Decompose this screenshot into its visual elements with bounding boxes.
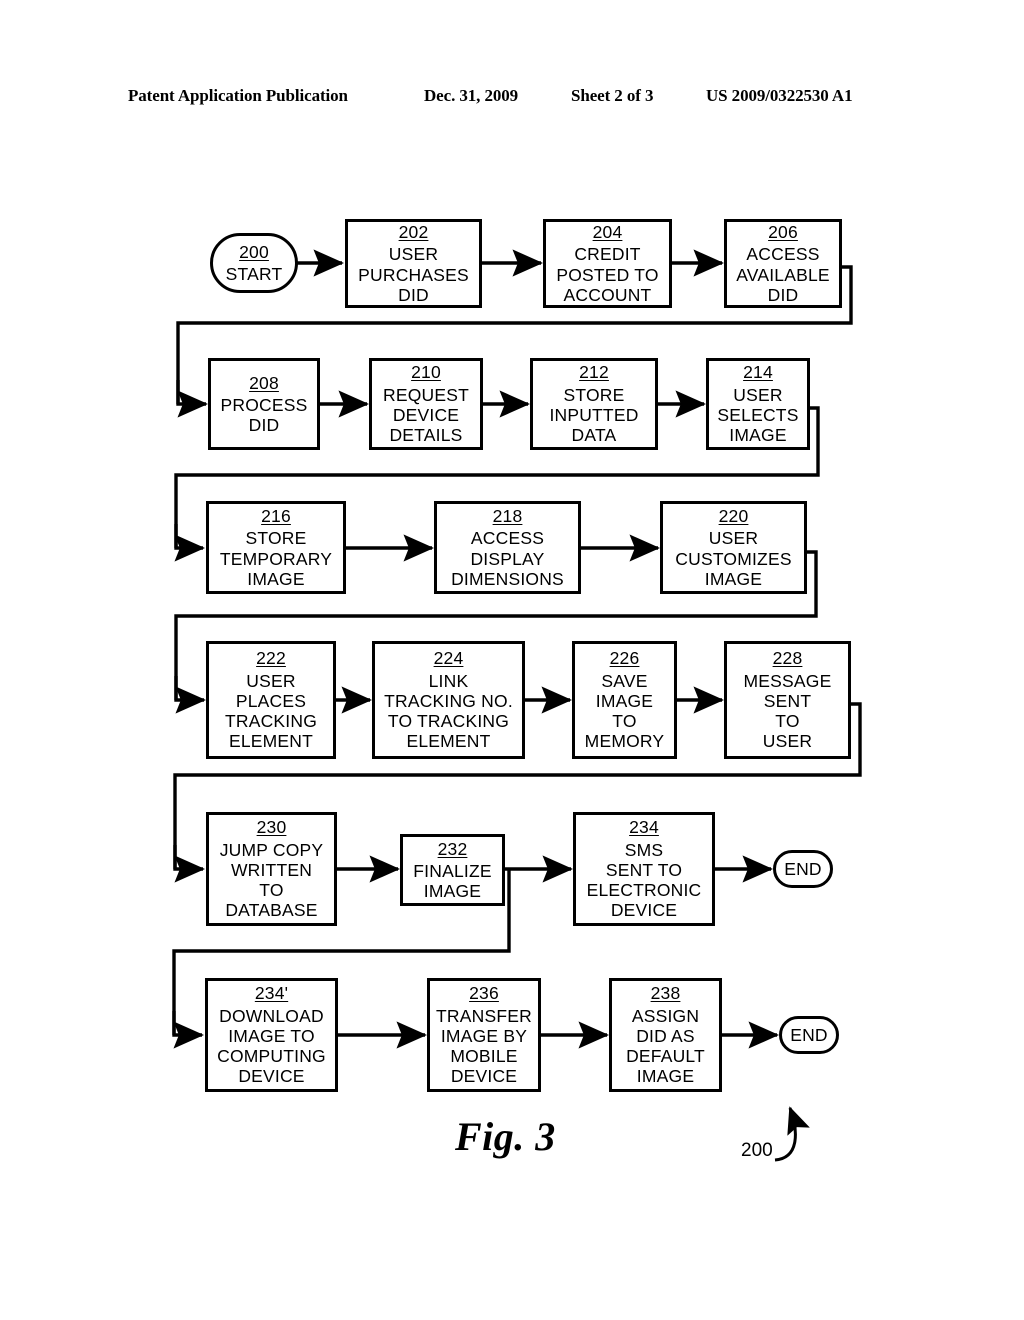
node-200-start[interactable]: 200 START <box>210 233 298 293</box>
node-218-access-display-dimensions[interactable]: 218 ACCESS DISPLAY DIMENSIONS <box>434 501 581 594</box>
node-end-2[interactable]: END <box>779 1016 839 1054</box>
node-202-user-purchases-did[interactable]: 202 USER PURCHASES DID <box>345 219 482 308</box>
node-label-234prime: DOWNLOAD IMAGE TO COMPUTING DEVICE <box>217 1005 326 1087</box>
node-ref-208: 208 <box>249 372 279 393</box>
node-label-204: CREDIT POSTED TO ACCOUNT <box>556 244 659 305</box>
node-220-user-customizes-image[interactable]: 220 USER CUSTOMIZES IMAGE <box>660 501 807 594</box>
node-238-assign-did-as-default-image[interactable]: 238 ASSIGN DID AS DEFAULT IMAGE <box>609 978 722 1092</box>
node-label-236: TRANSFER IMAGE BY MOBILE DEVICE <box>436 1005 532 1087</box>
node-ref-218: 218 <box>492 505 523 526</box>
node-label-206: ACCESS AVAILABLE DID <box>736 244 830 305</box>
node-ref-202: 202 <box>398 221 429 242</box>
node-234-sms-sent-to-electronic-device[interactable]: 234 SMS SENT TO ELECTRONIC DEVICE <box>573 812 715 926</box>
node-210-request-device-details[interactable]: 210 REQUEST DEVICE DETAILS <box>369 358 483 450</box>
node-208-process-did[interactable]: 208 PROCESS DID <box>208 358 320 450</box>
node-ref-216: 216 <box>261 505 291 526</box>
figure-leader-label: 200 <box>741 1140 773 1161</box>
node-label-220: USER CUSTOMIZES IMAGE <box>675 528 792 589</box>
node-ref-228: 228 <box>772 648 803 669</box>
node-ref-212: 212 <box>579 362 609 383</box>
node-label-230: JUMP COPY WRITTEN TO DATABASE <box>219 839 324 921</box>
node-212-store-inputted-data[interactable]: 212 STORE INPUTTED DATA <box>530 358 658 450</box>
node-ref-206: 206 <box>768 221 798 242</box>
node-ref-214: 214 <box>743 362 773 383</box>
node-label-214: USER SELECTS IMAGE <box>717 384 799 446</box>
node-224-link-tracking-no-to-tracking-element[interactable]: 224 LINK TRACKING NO. TO TRACKING ELEMEN… <box>372 641 525 759</box>
node-label-224: LINK TRACKING NO. TO TRACKING ELEMENT <box>384 670 513 752</box>
node-ref-234prime: 234' <box>254 983 289 1004</box>
node-label-226: SAVE IMAGE TO MEMORY <box>584 670 665 752</box>
node-ref-230: 230 <box>256 817 287 838</box>
node-206-access-available-did[interactable]: 206 ACCESS AVAILABLE DID <box>724 219 842 308</box>
node-label-212: STORE INPUTTED DATA <box>549 384 639 446</box>
node-label-end-2: END <box>790 1024 828 1045</box>
node-216-store-temporary-image[interactable]: 216 STORE TEMPORARY IMAGE <box>206 501 346 594</box>
node-label-210: REQUEST DEVICE DETAILS <box>383 384 469 446</box>
node-ref-238: 238 <box>650 983 681 1004</box>
node-230-jump-copy-written-to-database[interactable]: 230 JUMP COPY WRITTEN TO DATABASE <box>206 812 337 926</box>
figure-leader-line <box>774 1106 810 1162</box>
node-label-222: USER PLACES TRACKING ELEMENT <box>224 670 318 752</box>
node-label-238: ASSIGN DID AS DEFAULT IMAGE <box>626 1005 705 1087</box>
node-214-user-selects-image[interactable]: 214 USER SELECTS IMAGE <box>706 358 810 450</box>
node-label-end-1: END <box>784 858 822 879</box>
node-228-message-sent-to-user[interactable]: 228 MESSAGE SENT TO USER <box>724 641 851 759</box>
node-ref-236: 236 <box>469 983 499 1004</box>
node-ref-210: 210 <box>411 362 441 383</box>
node-ref-220: 220 <box>718 505 749 526</box>
node-end-1[interactable]: END <box>773 850 833 888</box>
node-label-208: PROCESS DID <box>220 394 308 436</box>
node-204-credit-posted-to-account[interactable]: 204 CREDIT POSTED TO ACCOUNT <box>543 219 672 308</box>
node-ref-222: 222 <box>256 648 286 669</box>
node-label-216: STORE TEMPORARY IMAGE <box>219 528 333 589</box>
node-label-202: USER PURCHASES DID <box>358 244 469 305</box>
node-ref-224: 224 <box>433 648 464 669</box>
node-226-save-image-to-memory[interactable]: 226 SAVE IMAGE TO MEMORY <box>572 641 677 759</box>
node-label-232: FINALIZE IMAGE <box>413 860 492 902</box>
node-label-218: ACCESS DISPLAY DIMENSIONS <box>451 528 564 589</box>
node-234prime-download-image-to-computing-device[interactable]: 234' DOWNLOAD IMAGE TO COMPUTING DEVICE <box>205 978 338 1092</box>
node-label-200: START <box>225 264 283 284</box>
node-label-234: SMS SENT TO ELECTRONIC DEVICE <box>586 839 702 921</box>
node-ref-234: 234 <box>629 817 659 838</box>
node-236-transfer-image-by-mobile-device[interactable]: 236 TRANSFER IMAGE BY MOBILE DEVICE <box>427 978 541 1092</box>
node-222-user-places-tracking-element[interactable]: 222 USER PLACES TRACKING ELEMENT <box>206 641 336 759</box>
node-ref-232: 232 <box>437 838 468 859</box>
node-ref-200: 200 <box>239 241 269 262</box>
figure-caption: Fig. 3 <box>455 1114 556 1159</box>
node-ref-204: 204 <box>592 221 623 242</box>
node-232-finalize-image[interactable]: 232 FINALIZE IMAGE <box>400 834 505 906</box>
node-label-228: MESSAGE SENT TO USER <box>743 670 832 752</box>
node-ref-226: 226 <box>609 648 640 669</box>
